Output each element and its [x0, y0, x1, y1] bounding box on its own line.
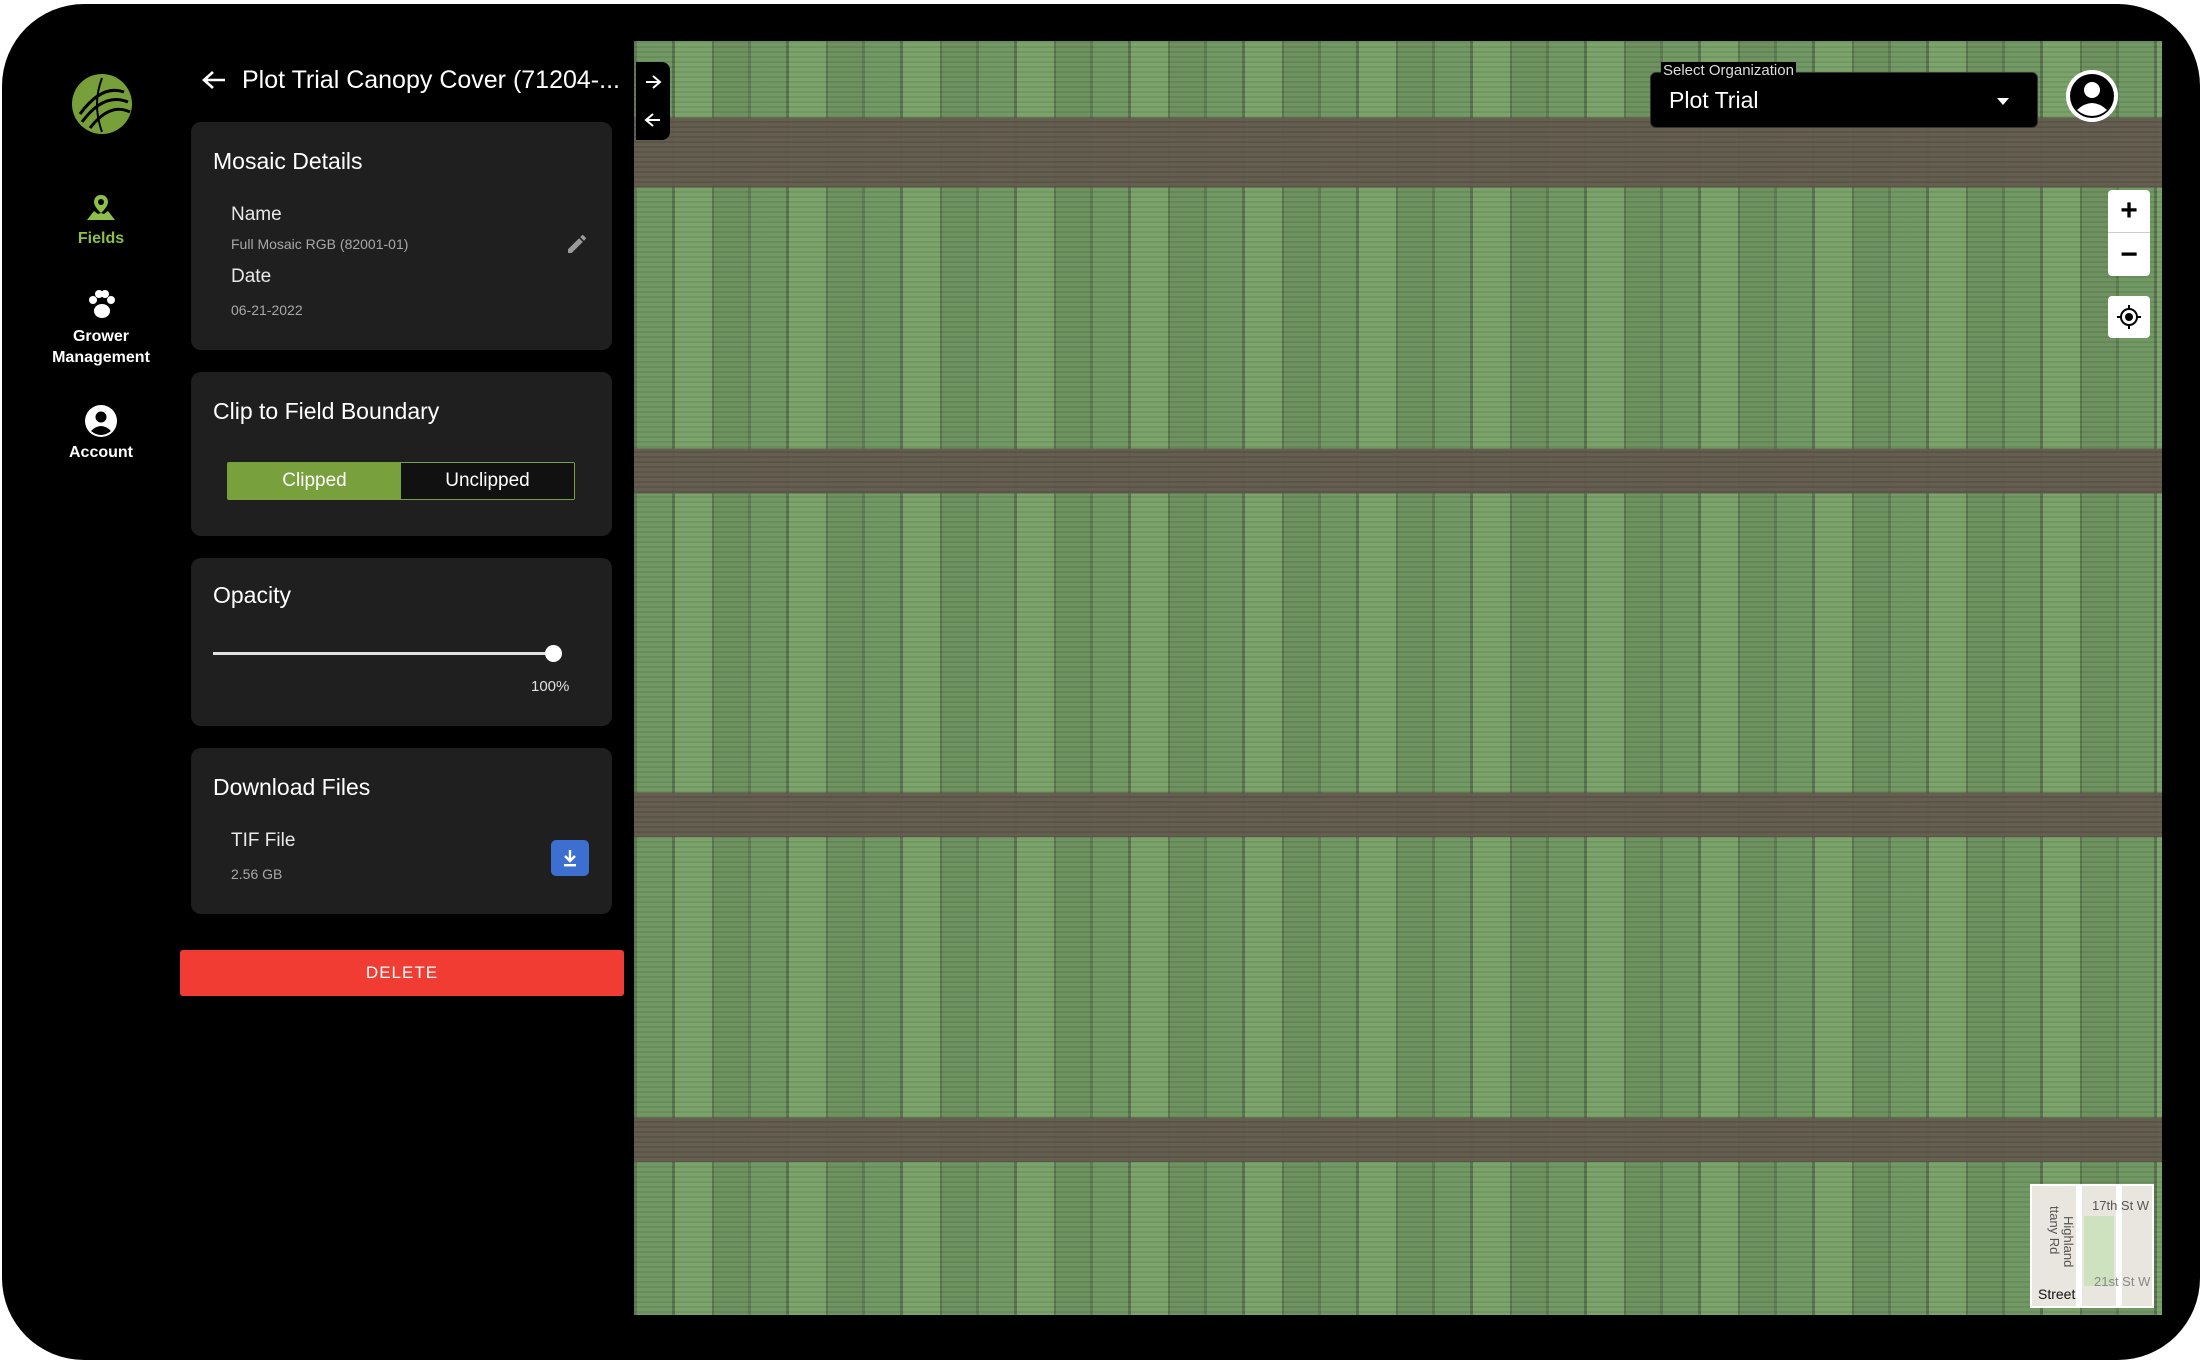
mosaic-details-card: Mosaic Details Name Full Mosaic RGB (820…	[191, 122, 612, 350]
back-arrow-icon[interactable]	[196, 62, 232, 98]
minimap-label: Highland	[2061, 1216, 2076, 1268]
download-files-heading: Download Files	[213, 774, 371, 800]
nav-grower-management[interactable]: Grower Management	[34, 288, 168, 368]
opacity-card: Opacity 100%	[191, 558, 612, 726]
panel-toggle	[636, 62, 670, 140]
paw-icon	[89, 290, 115, 318]
delete-button[interactable]: DELETE	[180, 950, 624, 996]
mosaic-details-heading: Mosaic Details	[213, 148, 363, 174]
nav-fields[interactable]: Fields	[34, 192, 168, 249]
app-logo[interactable]	[72, 74, 132, 134]
organization-select[interactable]: Select Organization Plot Trial	[1650, 62, 2038, 128]
nav-grower-label-2: Management	[52, 349, 150, 366]
zoom-control: + −	[2108, 190, 2150, 276]
dropdown-caret-icon	[1997, 98, 2009, 105]
minimap-label: 17th St W	[2092, 1198, 2150, 1213]
basemap-label: Street	[2038, 1286, 2076, 1302]
clip-boundary-card: Clip to Field Boundary Clipped Unclipped	[191, 372, 612, 536]
nav-grower-label-1: Grower	[72, 328, 129, 345]
basemap-switcher[interactable]: 17th St W ttany Rd Highland 21st St W St…	[2030, 1184, 2154, 1308]
minimap-label: 21st St W	[2094, 1274, 2151, 1289]
arrow-left-icon[interactable]	[636, 102, 670, 138]
nav-account[interactable]: Account	[34, 404, 168, 463]
panel-title: Plot Trial Canopy Cover (71204-...	[242, 65, 620, 94]
account-circle-icon	[85, 405, 117, 437]
edit-pencil-icon[interactable]	[565, 232, 589, 256]
map-imagery-texture	[634, 41, 2162, 1315]
nav-fields-label: Fields	[77, 230, 125, 247]
map-canvas[interactable]	[634, 41, 2162, 1315]
clipped-toggle[interactable]: Clipped	[228, 463, 401, 499]
nav-account-label: Account	[69, 444, 133, 461]
date-label: Date	[231, 266, 272, 287]
date-value: 06-21-2022	[231, 302, 303, 318]
locate-me-button[interactable]	[2108, 296, 2150, 338]
fields-icon	[87, 195, 115, 220]
organization-select-label: Select Organization	[1661, 62, 1796, 79]
tif-file-label: TIF File	[231, 830, 296, 851]
opacity-value: 100%	[531, 678, 570, 695]
organization-select-value: Plot Trial	[1669, 87, 1759, 113]
unclipped-toggle[interactable]: Unclipped	[401, 463, 574, 499]
clip-toggle-group: Clipped Unclipped	[227, 462, 575, 500]
zoom-out-button[interactable]: −	[2108, 233, 2150, 276]
opacity-heading: Opacity	[213, 582, 291, 608]
name-label: Name	[231, 204, 282, 225]
crosshair-icon	[2117, 305, 2141, 329]
minimap-road	[2076, 1186, 2082, 1306]
panel-header: Plot Trial Canopy Cover (71204-...	[196, 60, 626, 100]
download-icon	[564, 850, 576, 867]
tif-file-size: 2.56 GB	[231, 866, 283, 882]
minimap-label: ttany Rd	[2047, 1206, 2062, 1255]
user-avatar-icon[interactable]	[2066, 70, 2118, 122]
clip-boundary-heading: Clip to Field Boundary	[213, 398, 440, 424]
download-button[interactable]	[551, 840, 589, 876]
zoom-in-button[interactable]: +	[2108, 190, 2150, 233]
opacity-slider-thumb[interactable]	[545, 645, 562, 662]
download-files-card: Download Files TIF File 2.56 GB	[191, 748, 612, 914]
opacity-slider-track[interactable]	[213, 652, 553, 655]
name-value: Full Mosaic RGB (82001-01)	[231, 236, 409, 252]
arrow-right-icon[interactable]	[636, 64, 670, 100]
